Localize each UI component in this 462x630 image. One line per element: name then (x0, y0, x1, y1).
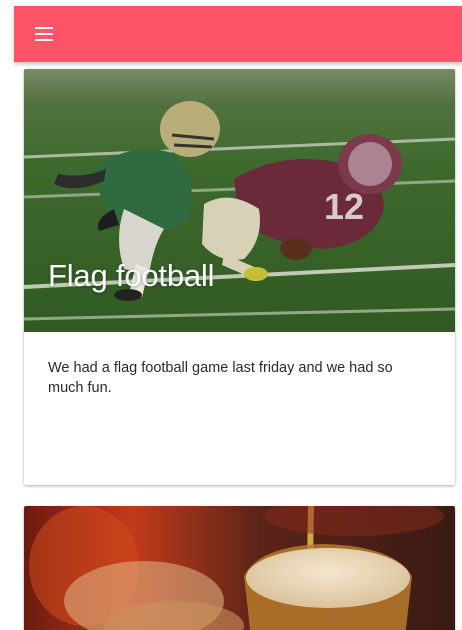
card-media: 12 Flag football (24, 69, 455, 332)
menu-button[interactable] (32, 22, 56, 46)
card-title: Flag football (48, 258, 215, 293)
post-card-flag-football[interactable]: 12 Flag football We had a flag football … (24, 69, 455, 485)
page: 12 Flag football We had a flag football … (0, 0, 462, 630)
svg-text:12: 12 (324, 186, 364, 227)
card-media (24, 506, 455, 630)
app-bar (14, 6, 462, 62)
card-body-text: We had a flag football game last friday … (48, 360, 393, 396)
beer-glass-pour-photo (24, 506, 455, 630)
post-card-beer[interactable] (24, 506, 455, 630)
hamburger-menu-icon (35, 27, 53, 41)
